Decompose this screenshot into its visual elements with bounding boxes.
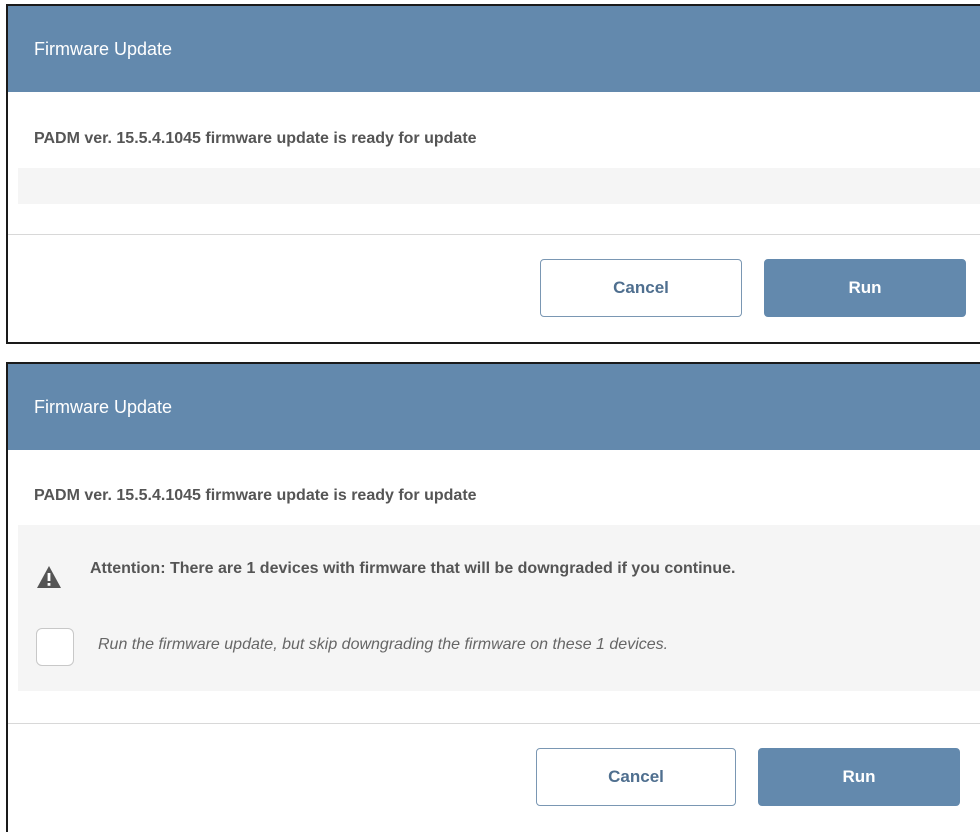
- firmware-update-dialog-downgrade: Firmware Update PADM ver. 15.5.4.1045 fi…: [6, 362, 980, 832]
- cancel-button[interactable]: Cancel: [540, 259, 742, 317]
- skip-downgrade-label[interactable]: Run the firmware update, but skip downgr…: [98, 636, 668, 654]
- run-button[interactable]: Run: [764, 259, 966, 317]
- dialog-title: Firmware Update: [8, 6, 980, 92]
- dialog-footer: Cancel Run: [8, 724, 980, 832]
- cancel-button[interactable]: Cancel: [536, 748, 736, 806]
- run-button[interactable]: Run: [758, 748, 960, 806]
- skip-downgrade-checkbox[interactable]: [36, 628, 74, 666]
- dialog-title: Firmware Update: [8, 364, 980, 450]
- info-panel: [18, 168, 980, 204]
- update-message: PADM ver. 15.5.4.1045 firmware update is…: [34, 130, 477, 147]
- downgrade-warning-panel: Attention: There are 1 devices with firm…: [18, 525, 980, 691]
- warning-text: Attention: There are 1 devices with firm…: [90, 560, 736, 577]
- update-message: PADM ver. 15.5.4.1045 firmware update is…: [34, 487, 477, 504]
- warning-triangle-icon: [36, 565, 62, 589]
- dialog-footer: Cancel Run: [8, 235, 980, 342]
- firmware-update-dialog-ready: Firmware Update PADM ver. 15.5.4.1045 fi…: [6, 4, 980, 344]
